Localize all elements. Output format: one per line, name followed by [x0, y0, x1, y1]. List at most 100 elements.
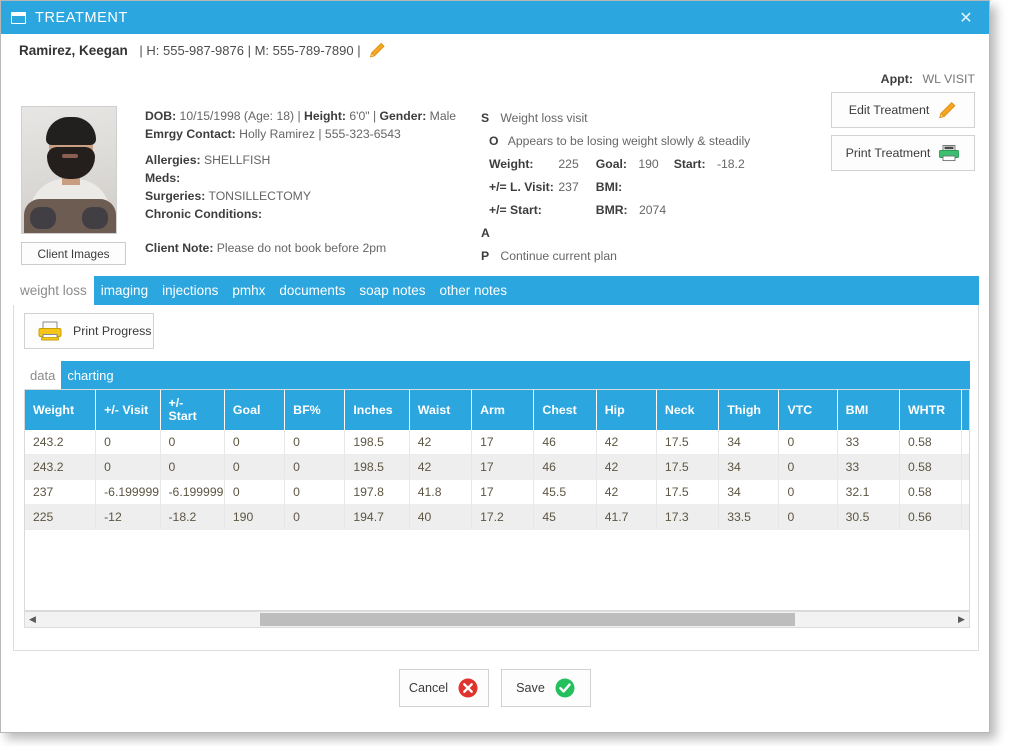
- cell[interactable]: 0: [779, 455, 837, 480]
- tab-weight-loss[interactable]: weight loss: [13, 276, 94, 305]
- cell[interactable]: 42: [596, 455, 656, 480]
- cell[interactable]: 34: [719, 430, 779, 455]
- subtab-data[interactable]: data: [24, 361, 61, 389]
- col-thigh[interactable]: Thigh: [719, 390, 779, 430]
- close-icon[interactable]: ✕: [943, 1, 989, 34]
- tab-soap-notes[interactable]: soap notes: [352, 276, 432, 305]
- tab-other-notes[interactable]: other notes: [432, 276, 514, 305]
- cell[interactable]: 197.8: [345, 480, 409, 505]
- col-bf-percent[interactable]: BF%: [285, 390, 345, 430]
- tab-documents[interactable]: documents: [272, 276, 352, 305]
- table-row[interactable]: 243.2 0 0 0 0 198.5 42 17 46 42 17.5 34 …: [25, 430, 970, 455]
- col-chest[interactable]: Chest: [534, 390, 596, 430]
- cell[interactable]: 0: [224, 455, 284, 480]
- tab-pmhx[interactable]: pmhx: [225, 276, 272, 305]
- cell[interactable]: 33: [837, 430, 899, 455]
- col-bmi[interactable]: BMI: [837, 390, 899, 430]
- cell[interactable]: 17: [472, 430, 534, 455]
- cell[interactable]: 0: [779, 480, 837, 505]
- cell[interactable]: 198.5: [345, 430, 409, 455]
- cell[interactable]: 0.58: [899, 455, 961, 480]
- cell[interactable]: 45: [534, 505, 596, 530]
- col-inches[interactable]: Inches: [345, 390, 409, 430]
- cell[interactable]: 0: [160, 430, 224, 455]
- save-button[interactable]: Save: [501, 669, 591, 707]
- print-treatment-button[interactable]: Print Treatment: [831, 135, 975, 171]
- cell[interactable]: 33.5: [719, 505, 779, 530]
- cell[interactable]: 45.5: [534, 480, 596, 505]
- edit-patient-pencil-icon[interactable]: [368, 42, 386, 61]
- cell[interactable]: 40: [409, 505, 471, 530]
- cell[interactable]: -6.199999: [160, 480, 224, 505]
- cell[interactable]: 46: [534, 430, 596, 455]
- cell[interactable]: 41.7: [596, 505, 656, 530]
- table-row[interactable]: 225 -12 -18.2 190 0 194.7 40 17.2 45 41.…: [25, 505, 970, 530]
- cell[interactable]: 32.1: [837, 480, 899, 505]
- scroll-right-arrow-icon[interactable]: ▶: [954, 612, 969, 627]
- cell[interactable]: 0: [224, 480, 284, 505]
- cell[interactable]: 0: [285, 455, 345, 480]
- cell[interactable]: 190: [224, 505, 284, 530]
- cell[interactable]: 46: [534, 455, 596, 480]
- cell[interactable]: 42: [596, 480, 656, 505]
- cell[interactable]: 0.58: [899, 430, 961, 455]
- cell[interactable]: 33: [837, 455, 899, 480]
- cell[interactable]: 1: [962, 430, 970, 455]
- cell[interactable]: 0.58: [899, 480, 961, 505]
- subtab-charting[interactable]: charting: [61, 361, 119, 389]
- cell[interactable]: 0: [285, 430, 345, 455]
- col-neck[interactable]: Neck: [656, 390, 718, 430]
- cell[interactable]: 0: [160, 455, 224, 480]
- cell[interactable]: 198.5: [345, 455, 409, 480]
- cell[interactable]: 34: [719, 480, 779, 505]
- cell[interactable]: -6.199999: [96, 480, 160, 505]
- client-images-button[interactable]: Client Images: [21, 242, 126, 265]
- table-row[interactable]: 237 -6.199999 -6.199999 0 0 197.8 41.8 1…: [25, 480, 970, 505]
- cell[interactable]: 17.5: [656, 430, 718, 455]
- col-hip[interactable]: Hip: [596, 390, 656, 430]
- col-weight[interactable]: Weight: [25, 390, 96, 430]
- col-arm[interactable]: Arm: [472, 390, 534, 430]
- cell[interactable]: 17.3: [656, 505, 718, 530]
- cell[interactable]: 0: [285, 480, 345, 505]
- col-vtc[interactable]: VTC: [779, 390, 837, 430]
- edit-treatment-button[interactable]: Edit Treatment: [831, 92, 975, 128]
- cell[interactable]: 34: [719, 455, 779, 480]
- cell[interactable]: 30.5: [837, 505, 899, 530]
- cell[interactable]: 0.56: [899, 505, 961, 530]
- table-row[interactable]: 243.2 0 0 0 0 198.5 42 17 46 42 17.5 34 …: [25, 455, 970, 480]
- scrollbar-thumb[interactable]: [260, 613, 795, 626]
- cell[interactable]: 42: [409, 455, 471, 480]
- cell[interactable]: 0: [224, 430, 284, 455]
- print-progress-button[interactable]: Print Progress: [24, 313, 154, 349]
- cell[interactable]: 41.8: [409, 480, 471, 505]
- cell[interactable]: 17: [472, 480, 534, 505]
- cell[interactable]: 42: [596, 430, 656, 455]
- cell[interactable]: 194.7: [345, 505, 409, 530]
- cell[interactable]: 42: [409, 430, 471, 455]
- cell[interactable]: 0: [779, 505, 837, 530]
- tab-imaging[interactable]: imaging: [94, 276, 155, 305]
- cell[interactable]: 1: [962, 455, 970, 480]
- col-whr[interactable]: WHR: [962, 390, 970, 430]
- cell[interactable]: 0: [96, 430, 160, 455]
- grid-horizontal-scrollbar[interactable]: ◀ ▶: [24, 611, 970, 628]
- cell[interactable]: 237: [25, 480, 96, 505]
- cell[interactable]: 0: [779, 430, 837, 455]
- cell[interactable]: 17.5: [656, 455, 718, 480]
- cell[interactable]: 243.2: [25, 455, 96, 480]
- scrollbar-track[interactable]: [40, 612, 954, 627]
- cell[interactable]: 0.959232: [962, 505, 970, 530]
- cell[interactable]: 0.995238: [962, 480, 970, 505]
- cell[interactable]: 0: [285, 505, 345, 530]
- cell[interactable]: 17.5: [656, 480, 718, 505]
- col-plus-minus-start[interactable]: +/-Start: [160, 390, 224, 430]
- tab-injections[interactable]: injections: [155, 276, 225, 305]
- cell[interactable]: 225: [25, 505, 96, 530]
- cell[interactable]: 243.2: [25, 430, 96, 455]
- cancel-button[interactable]: Cancel: [399, 669, 489, 707]
- cell[interactable]: 17.2: [472, 505, 534, 530]
- cell[interactable]: -12: [96, 505, 160, 530]
- col-waist[interactable]: Waist: [409, 390, 471, 430]
- cell[interactable]: 0: [96, 455, 160, 480]
